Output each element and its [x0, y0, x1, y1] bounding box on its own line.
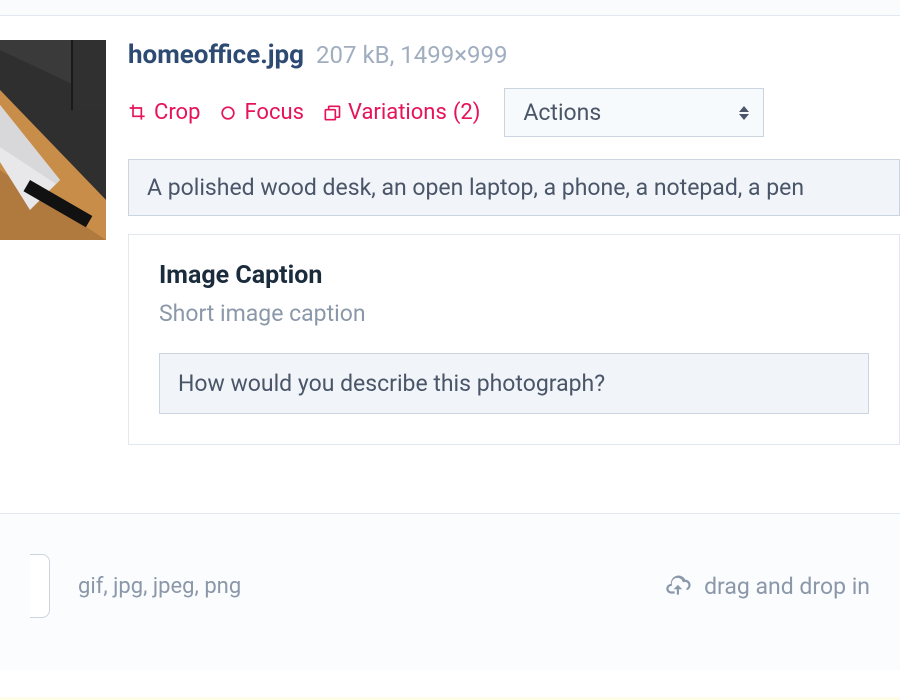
- upload-footer: gif, jpg, jpeg, png drag and drop in: [0, 513, 900, 670]
- description-value: A polished wood desk, an open laptop, a …: [147, 174, 804, 201]
- image-editor-panel: homeoffice.jpg 207 kB, 1499×999 Crop Foc…: [0, 16, 900, 445]
- description-input[interactable]: A polished wood desk, an open laptop, a …: [128, 159, 900, 216]
- actions-dropdown-label: Actions: [523, 99, 601, 126]
- top-divider: [0, 0, 900, 16]
- drag-drop-hint: drag and drop in: [666, 573, 870, 600]
- file-meta: 207 kB, 1499×999: [316, 41, 507, 69]
- cloud-upload-icon: [666, 575, 692, 597]
- variations-count: (2): [453, 100, 481, 125]
- drag-drop-label: drag and drop in: [704, 573, 870, 600]
- chevron-updown-icon: [739, 106, 749, 120]
- tools-row: Crop Focus Variations (2) Actions: [128, 88, 900, 137]
- accepted-formats: gif, jpg, jpeg, png: [78, 574, 241, 599]
- crop-button[interactable]: Crop: [128, 100, 200, 125]
- thumbnail-column: [0, 40, 106, 445]
- details-column: homeoffice.jpg 207 kB, 1499×999 Crop Foc…: [106, 40, 900, 445]
- caption-panel: Image Caption Short image caption How wo…: [128, 234, 900, 445]
- footer-left: gif, jpg, jpeg, png: [30, 554, 241, 618]
- file-name: homeoffice.jpg: [128, 40, 304, 70]
- focus-label: Focus: [244, 100, 303, 125]
- focus-button[interactable]: Focus: [218, 100, 303, 125]
- caption-title: Image Caption: [159, 261, 869, 290]
- caption-value: How would you describe this photograph?: [178, 370, 605, 397]
- caption-subtitle: Short image caption: [159, 300, 869, 327]
- variations-label: Variations: [348, 100, 447, 125]
- crop-icon: [128, 103, 148, 123]
- upload-button-edge[interactable]: [30, 554, 50, 618]
- variations-button[interactable]: Variations (2): [322, 100, 480, 125]
- variations-icon: [322, 103, 342, 123]
- image-thumbnail[interactable]: [0, 40, 106, 240]
- caption-input[interactable]: How would you describe this photograph?: [159, 353, 869, 414]
- filename-row: homeoffice.jpg 207 kB, 1499×999: [128, 40, 900, 70]
- focus-icon: [218, 103, 238, 123]
- actions-dropdown[interactable]: Actions: [504, 88, 764, 137]
- crop-label: Crop: [154, 100, 200, 125]
